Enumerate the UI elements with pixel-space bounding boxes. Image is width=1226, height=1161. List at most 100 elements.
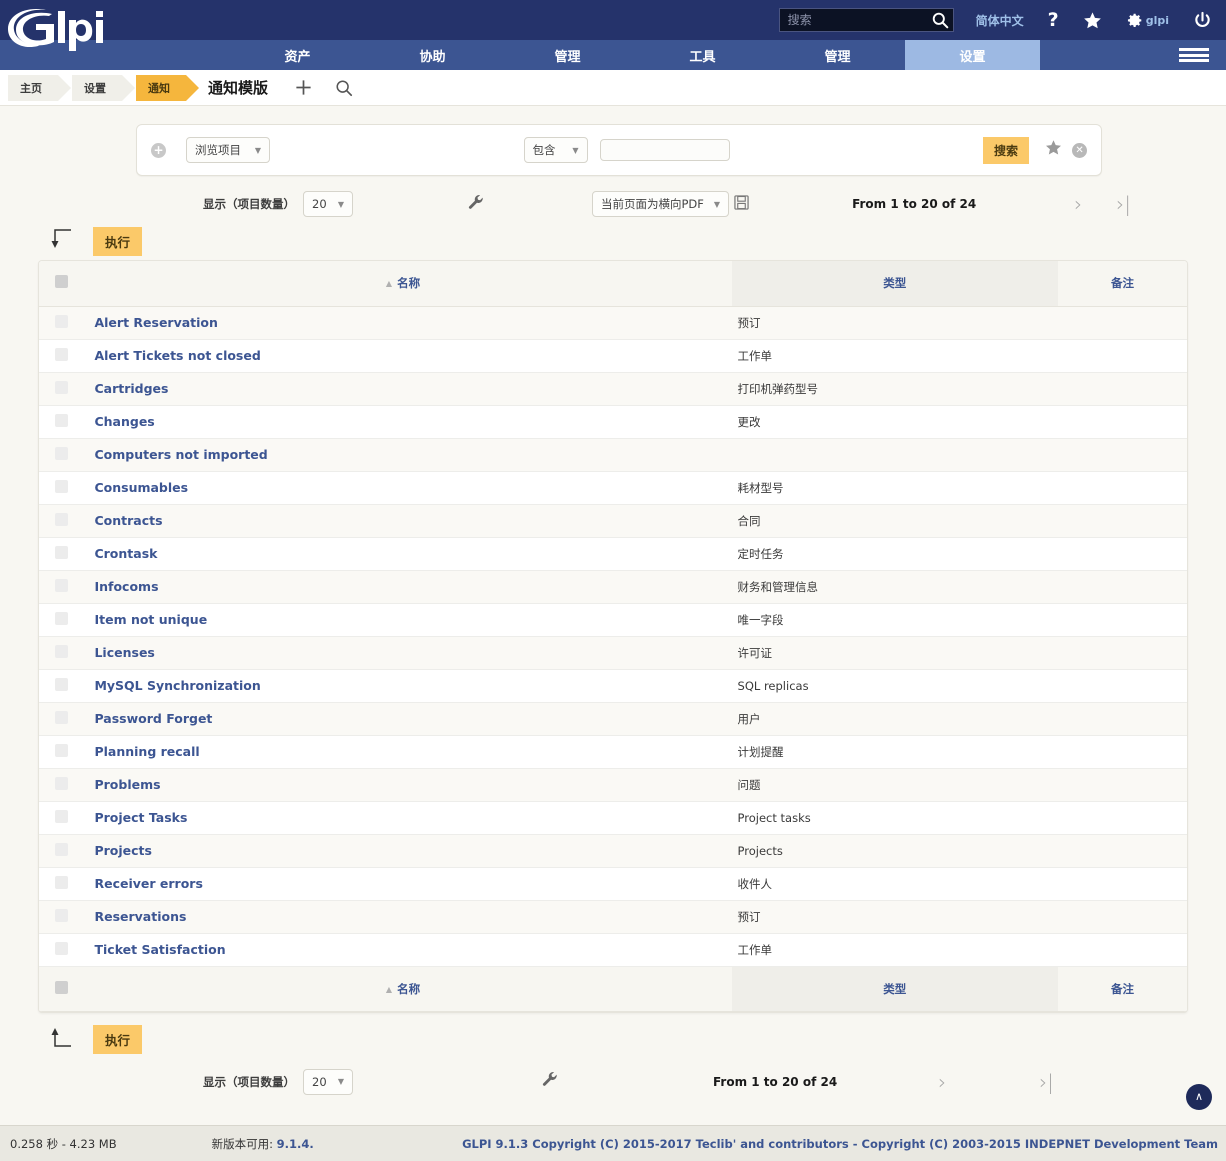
chevron-last-icon[interactable]: ›| <box>1116 192 1131 216</box>
table-row[interactable]: Alert Tickets not closed 工作单 <box>39 339 1187 373</box>
power-icon[interactable] <box>1193 11 1212 30</box>
table-row[interactable]: Password Forget 用户 <box>39 702 1187 736</box>
help-icon[interactable]: ? <box>1048 9 1059 31</box>
row-checkbox[interactable] <box>55 413 69 427</box>
chevron-right-icon[interactable]: › <box>1074 192 1082 216</box>
nav-item-administration[interactable]: 管理 <box>770 40 905 70</box>
chevron-right-icon[interactable]: › <box>938 1070 946 1094</box>
column-header-name[interactable]: ▲ 名称 <box>74 261 732 307</box>
settings-user-link[interactable]: glpi <box>1126 12 1169 29</box>
table-row[interactable]: Licenses 许可证 <box>39 636 1187 670</box>
global-search-input[interactable] <box>787 13 928 27</box>
template-link[interactable]: Crontask <box>74 546 157 561</box>
nav-item-setup[interactable]: 设置 <box>905 40 1040 70</box>
execute-button-top[interactable]: 执行 <box>93 227 143 256</box>
template-link[interactable]: Contracts <box>74 513 162 528</box>
row-checkbox[interactable] <box>55 512 69 526</box>
global-search-box[interactable] <box>778 8 954 32</box>
template-link[interactable]: Item not unique <box>74 612 207 627</box>
template-link[interactable]: Licenses <box>74 645 154 660</box>
table-row[interactable]: Reservations 预订 <box>39 900 1187 934</box>
table-row[interactable]: Crontask 定时任务 <box>39 537 1187 571</box>
template-link[interactable]: Alert Tickets not closed <box>74 348 260 363</box>
plus-icon[interactable] <box>294 78 313 97</box>
template-link[interactable]: Consumables <box>74 480 188 495</box>
search-button[interactable]: 搜索 <box>983 136 1030 164</box>
wrench-icon[interactable] <box>467 193 485 216</box>
table-row[interactable]: Ticket Satisfaction 工作单 <box>39 933 1187 967</box>
row-checkbox[interactable] <box>55 941 69 955</box>
select-all-checkbox[interactable] <box>55 275 69 289</box>
search-icon[interactable] <box>335 79 353 97</box>
row-checkbox[interactable] <box>55 578 69 592</box>
page-size-select[interactable]: 20 ▼ <box>303 191 353 217</box>
nav-item-assets[interactable]: 资产 <box>230 40 365 70</box>
template-link[interactable]: Infocoms <box>74 579 158 594</box>
table-row[interactable]: Contracts 合同 <box>39 504 1187 538</box>
breadcrumb-item-notifications[interactable]: 通知 <box>136 74 199 101</box>
row-checkbox[interactable] <box>55 611 69 625</box>
row-checkbox[interactable] <box>55 644 69 658</box>
row-checkbox[interactable] <box>55 545 69 559</box>
table-row[interactable]: Project Tasks Project tasks <box>39 801 1187 835</box>
template-link[interactable]: Alert Reservation <box>74 315 217 330</box>
language-link[interactable]: 简体中文 <box>976 12 1024 29</box>
table-row[interactable]: Cartridges 打印机弹药型号 <box>39 372 1187 406</box>
export-format-select[interactable]: 当前页面为横向PDF ▼ <box>592 191 730 217</box>
table-row[interactable]: Consumables 耗材型号 <box>39 471 1187 505</box>
nav-item-tools[interactable]: 工具 <box>635 40 770 70</box>
floppy-disk-icon[interactable] <box>734 194 749 214</box>
row-checkbox[interactable] <box>55 809 69 823</box>
row-checkbox[interactable] <box>55 347 69 361</box>
scroll-to-top-button[interactable]: ∧ <box>1186 1084 1212 1110</box>
template-link[interactable]: Problems <box>74 777 160 792</box>
template-link[interactable]: Ticket Satisfaction <box>74 942 225 957</box>
close-circle-icon[interactable]: ✕ <box>1072 142 1088 158</box>
row-checkbox[interactable] <box>55 314 69 328</box>
template-link[interactable]: Cartridges <box>74 381 168 396</box>
row-checkbox[interactable] <box>55 710 69 724</box>
search-icon[interactable] <box>932 12 949 29</box>
template-link[interactable]: Project Tasks <box>74 810 187 825</box>
hamburger-menu-icon[interactable] <box>1162 40 1226 70</box>
star-icon[interactable] <box>1083 11 1102 30</box>
template-link[interactable]: Computers not imported <box>74 447 267 462</box>
criteria-value-input[interactable] <box>599 139 730 161</box>
table-row[interactable]: Changes 更改 <box>39 405 1187 439</box>
chevron-last-icon[interactable]: ›| <box>1039 1070 1054 1094</box>
breadcrumb-item-setup[interactable]: 设置 <box>72 74 135 101</box>
template-link[interactable]: Planning recall <box>74 744 199 759</box>
table-row[interactable]: Problems 问题 <box>39 768 1187 802</box>
footer-update-version[interactable]: 9.1.4. <box>277 1137 314 1151</box>
template-link[interactable]: MySQL Synchronization <box>74 678 260 693</box>
table-row[interactable]: Alert Reservation 预订 <box>39 306 1187 340</box>
column-footer-name[interactable]: ▲ 名称 <box>74 966 732 1012</box>
table-row[interactable]: Receiver errors 收件人 <box>39 867 1187 901</box>
template-link[interactable]: Reservations <box>74 909 186 924</box>
row-checkbox[interactable] <box>55 380 69 394</box>
table-row[interactable]: Planning recall 计划提醒 <box>39 735 1187 769</box>
table-row[interactable]: Computers not imported <box>39 438 1187 472</box>
template-link[interactable]: Projects <box>74 843 152 858</box>
table-row[interactable]: Item not unique 唯一字段 <box>39 603 1187 637</box>
row-checkbox[interactable] <box>55 743 69 757</box>
breadcrumb-item-home[interactable]: 主页 <box>8 74 71 101</box>
page-size-select-bottom[interactable]: 20 ▼ <box>303 1068 353 1095</box>
template-link[interactable]: Changes <box>74 414 154 429</box>
star-icon[interactable] <box>1045 139 1062 161</box>
template-link[interactable]: Receiver errors <box>74 876 202 891</box>
column-header-note[interactable]: 备注 <box>1057 261 1187 307</box>
column-header-type[interactable]: 类型 <box>731 261 1058 307</box>
nav-item-assistance[interactable]: 协助 <box>365 40 500 70</box>
execute-button-bottom[interactable]: 执行 <box>93 1024 143 1054</box>
row-checkbox[interactable] <box>55 842 69 856</box>
row-checkbox[interactable] <box>55 908 69 922</box>
table-row[interactable]: MySQL Synchronization SQL replicas <box>39 669 1187 703</box>
nav-item-management[interactable]: 管理 <box>500 40 635 70</box>
wrench-icon[interactable] <box>541 1070 559 1093</box>
table-row[interactable]: Projects Projects <box>39 834 1187 868</box>
column-footer-type[interactable]: 类型 <box>731 966 1058 1012</box>
select-all-checkbox-footer[interactable] <box>55 980 69 994</box>
criteria-field-select[interactable]: 浏览项目 ▼ <box>186 137 270 163</box>
plus-circle-icon[interactable]: + <box>151 142 166 158</box>
